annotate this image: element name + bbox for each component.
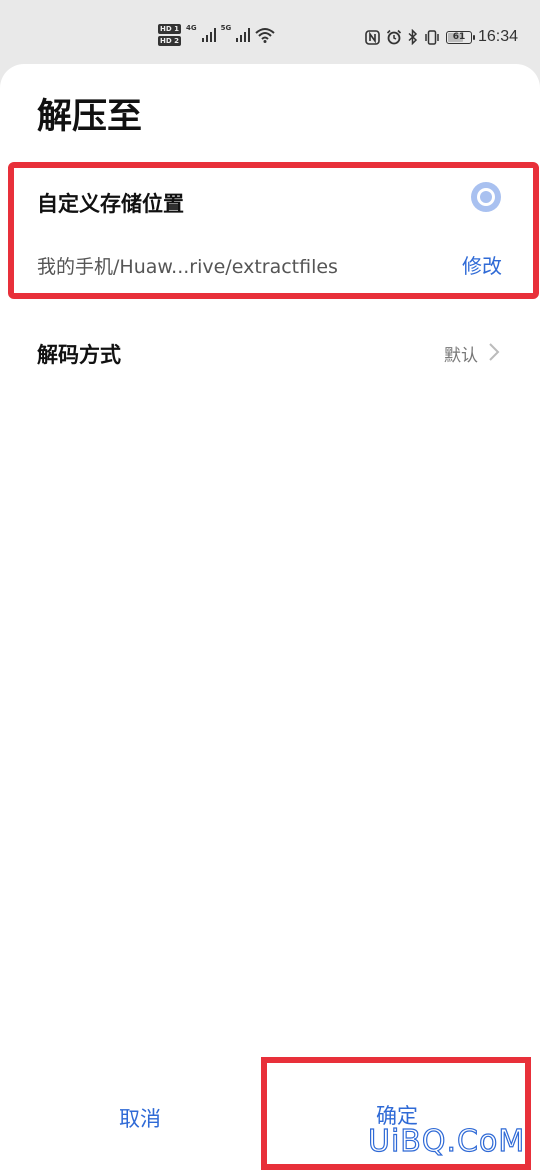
status-right: 61 16:34 bbox=[365, 28, 518, 46]
battery-level: 61 bbox=[452, 31, 466, 42]
network-type-2: 5G bbox=[220, 24, 232, 32]
hd-icon: HD 1 HD 2 bbox=[158, 24, 181, 46]
watermark-text: UiBQ.CoM bbox=[367, 1123, 526, 1159]
vibrate-icon bbox=[425, 29, 439, 45]
extract-path-text: 我的手机/Huaw...rive/extractfiles bbox=[37, 256, 338, 278]
wifi-icon bbox=[255, 28, 275, 43]
hd2-badge: HD 2 bbox=[158, 36, 181, 46]
custom-location-label: 自定义存储位置 bbox=[37, 192, 184, 216]
status-bar: HD 1 HD 2 4G 5G 61 16:34 bbox=[0, 0, 540, 64]
chevron-right-icon bbox=[489, 343, 500, 361]
custom-location-option[interactable]: 自定义存储位置 我的手机/Huaw...rive/extractfiles 修改 bbox=[8, 162, 539, 299]
modify-path-button[interactable]: 修改 bbox=[462, 250, 502, 279]
decode-method-label: 解码方式 bbox=[37, 343, 121, 367]
hd1-badge: HD 1 bbox=[158, 24, 181, 34]
extract-dialog: 解压至 自定义存储位置 我的手机/Huaw...rive/extractfile… bbox=[0, 64, 540, 1170]
bluetooth-icon bbox=[408, 29, 418, 45]
status-left: HD 1 HD 2 4G 5G bbox=[158, 24, 275, 46]
clock-time: 16:34 bbox=[477, 28, 518, 45]
network-type-1: 4G bbox=[185, 24, 197, 32]
dialog-title: 解压至 bbox=[37, 97, 143, 137]
decode-method-value: 默认 bbox=[444, 346, 478, 366]
signal-icon bbox=[201, 28, 216, 42]
alarm-icon bbox=[386, 29, 402, 45]
battery-icon: 61 bbox=[445, 30, 475, 44]
decode-method-row[interactable]: 解码方式 默认 bbox=[0, 312, 540, 392]
nfc-icon bbox=[365, 29, 380, 45]
signal-icon bbox=[236, 28, 251, 42]
custom-location-radio[interactable] bbox=[471, 182, 501, 212]
cancel-button[interactable]: 取消 bbox=[90, 1094, 190, 1144]
